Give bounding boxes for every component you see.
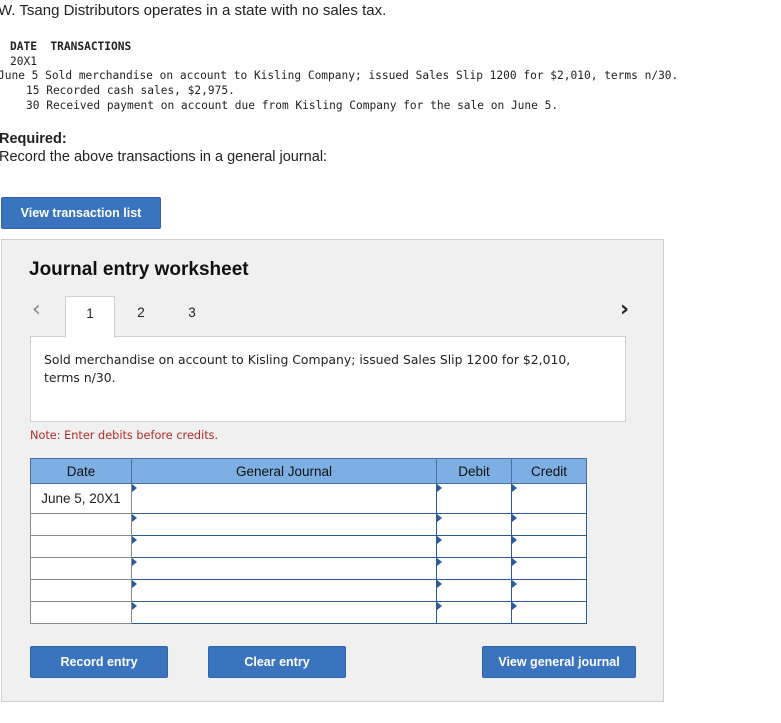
debit-input[interactable] <box>436 513 512 536</box>
record-entry-button[interactable]: Record entry <box>30 646 168 678</box>
entry-description-box: Sold merchandise on account to Kisling C… <box>30 336 626 422</box>
debits-note: Note: Enter debits before credits. <box>30 429 219 442</box>
tab-1-label: 1 <box>86 306 94 321</box>
header-general-journal: General Journal <box>131 458 437 484</box>
date-cell <box>30 535 132 558</box>
debit-input[interactable] <box>436 579 512 602</box>
debit-input[interactable] <box>436 483 512 514</box>
credit-input[interactable] <box>511 579 587 602</box>
credit-input[interactable] <box>511 535 587 558</box>
account-input[interactable] <box>131 557 437 580</box>
credit-input[interactable] <box>511 557 587 580</box>
transaction-line-1: June 5 Sold merchandise on account to Ki… <box>0 69 679 82</box>
tab-3[interactable]: 3 <box>182 305 202 320</box>
credit-input[interactable] <box>511 483 587 514</box>
journal-table: Date General Journal Debit Credit June 5… <box>30 458 587 624</box>
account-input[interactable] <box>131 483 437 514</box>
chevron-left-icon[interactable]: ‹ <box>32 297 41 322</box>
debit-input[interactable] <box>436 601 512 624</box>
account-input[interactable] <box>131 513 437 536</box>
table-row <box>30 535 587 558</box>
transaction-line-2: 15 Recorded cash sales, $2,975. <box>26 84 235 97</box>
tab-1[interactable]: 1 <box>65 296 115 338</box>
debit-input[interactable] <box>436 535 512 558</box>
required-text: Record the above transactions in a gener… <box>0 149 328 165</box>
date-cell <box>30 557 132 580</box>
account-input[interactable] <box>131 601 437 624</box>
table-row <box>30 557 587 580</box>
account-input[interactable] <box>131 535 437 558</box>
entry-description: Sold merchandise on account to Kisling C… <box>44 352 571 385</box>
intro-text: W. Tsang Distributors operates in a stat… <box>0 2 387 19</box>
required-title: Required: <box>0 131 67 147</box>
clear-entry-button[interactable]: Clear entry <box>208 646 346 678</box>
chevron-right-icon[interactable]: › <box>620 297 629 322</box>
tab-2[interactable]: 2 <box>131 305 151 320</box>
date-cell <box>30 601 132 624</box>
date-cell <box>30 579 132 602</box>
view-general-journal-button[interactable]: View general journal <box>482 646 636 678</box>
view-transaction-list-button[interactable]: View transaction list <box>1 197 161 229</box>
transaction-line-3: 30 Received payment on account due from … <box>26 99 559 112</box>
date-cell <box>30 513 132 536</box>
date-cell: June 5, 20X1 <box>30 483 132 514</box>
header-credit: Credit <box>511 458 587 484</box>
header-debit: Debit <box>436 458 512 484</box>
credit-input[interactable] <box>511 601 587 624</box>
table-row <box>30 579 587 602</box>
table-row <box>30 513 587 536</box>
credit-input[interactable] <box>511 513 587 536</box>
table-row <box>30 601 587 624</box>
account-input[interactable] <box>131 579 437 602</box>
worksheet-title: Journal entry worksheet <box>29 259 249 280</box>
header-date: Date <box>30 458 132 484</box>
transactions-header: DATE TRANSACTIONS <box>10 40 132 53</box>
transactions-year: 20X1 <box>10 55 37 68</box>
debit-input[interactable] <box>436 557 512 580</box>
table-row: June 5, 20X1 <box>30 483 587 514</box>
